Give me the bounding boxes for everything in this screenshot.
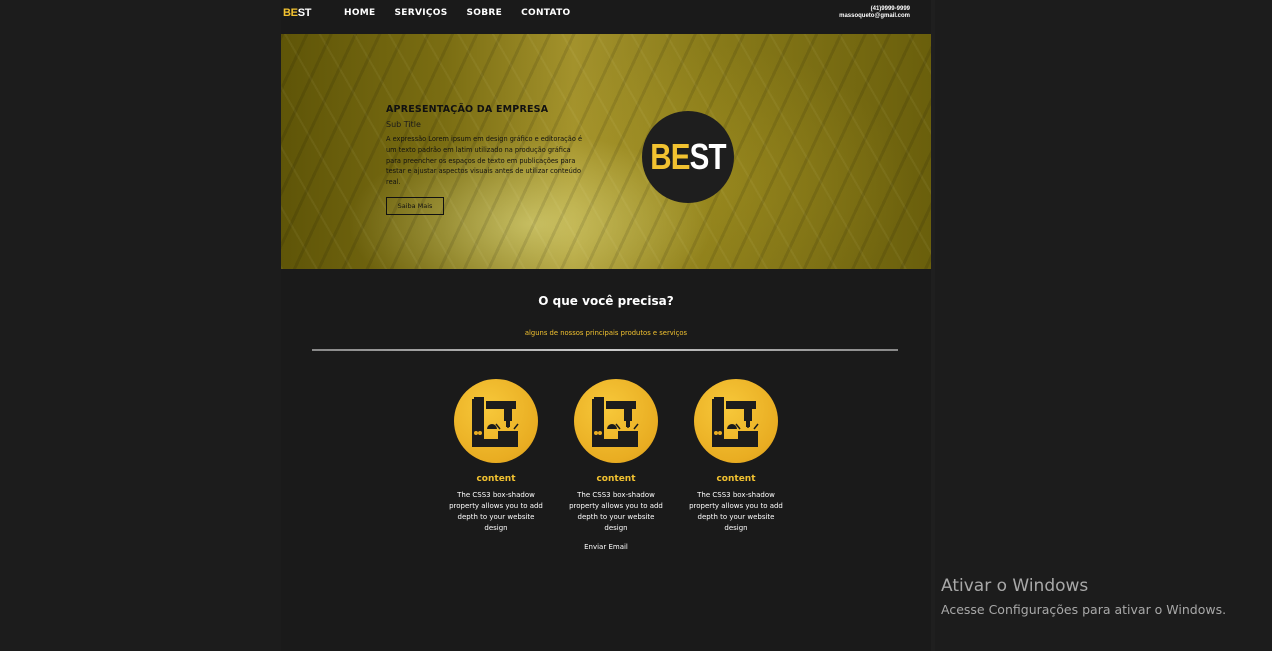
hero-title: APRESENTAÇÃO DA EMPRESA — [386, 104, 549, 115]
nav-menu: HOME SERVIÇOS SOBRE CONTATO — [344, 8, 589, 18]
nav-item-sobre[interactable]: SOBRE — [467, 8, 503, 18]
card-title: content — [596, 474, 636, 484]
cnc-machine-icon — [694, 379, 778, 463]
phone-number: (41)9999-9999 — [870, 6, 910, 12]
service-card: content The CSS3 box-shadow property all… — [686, 379, 786, 534]
cnc-machine-icon — [454, 379, 538, 463]
windows-activation-subtitle: Acesse Configurações para ativar o Windo… — [941, 602, 1227, 617]
hero-logo-badge: BEST — [642, 111, 734, 203]
hero-subtitle: Sub Title — [386, 120, 421, 129]
service-card: content The CSS3 box-shadow property all… — [446, 379, 546, 534]
card-text: The CSS3 box-shadow property allows you … — [569, 491, 663, 532]
hero-banner: APRESENTAÇÃO DA EMPRESA Sub Title A expr… — [281, 34, 931, 269]
hero-badge-text: BEST — [650, 136, 727, 178]
services-subtitle: alguns de nossos principais produtos e s… — [524, 329, 688, 337]
nav-item-contato[interactable]: CONTATO — [521, 8, 570, 18]
card-title: content — [716, 474, 756, 484]
windows-activation-title: Ativar o Windows — [941, 576, 1089, 596]
card-title: content — [476, 474, 516, 484]
contact-info: (41)9999-9999 massoqueto@gmail.com — [839, 6, 910, 20]
service-card: content The CSS3 box-shadow property all… — [566, 379, 666, 534]
logo-st: ST — [297, 7, 312, 19]
cnc-machine-icon — [574, 379, 658, 463]
logo[interactable]: BEST — [283, 7, 311, 19]
nav-item-home[interactable]: HOME — [344, 8, 376, 18]
services-title: O que você precisa? — [538, 294, 674, 308]
send-email-link[interactable]: Enviar Email — [281, 543, 931, 551]
email-address: massoqueto@gmail.com — [839, 13, 910, 19]
section-divider — [312, 349, 898, 351]
saiba-mais-button[interactable]: Saiba Mais — [386, 197, 444, 215]
page-edge — [931, 0, 935, 651]
hero-text-block: APRESENTAÇÃO DA EMPRESA Sub Title A expr… — [386, 104, 586, 215]
nav-item-servicos[interactable]: SERVIÇOS — [395, 8, 448, 18]
logo-be: BE — [283, 7, 298, 19]
badge-st: ST — [689, 136, 727, 177]
card-text: The CSS3 box-shadow property allows you … — [449, 491, 543, 532]
page-container: BEST HOME SERVIÇOS SOBRE CONTATO (41)999… — [281, 0, 931, 651]
badge-be: BE — [650, 136, 690, 177]
card-text: The CSS3 box-shadow property allows you … — [689, 491, 783, 532]
hero-background-image — [281, 34, 931, 269]
hero-paragraph: A expressão Lorem ipsum em design gráfic… — [386, 135, 583, 187]
top-navbar: BEST HOME SERVIÇOS SOBRE CONTATO (41)999… — [281, 0, 931, 28]
